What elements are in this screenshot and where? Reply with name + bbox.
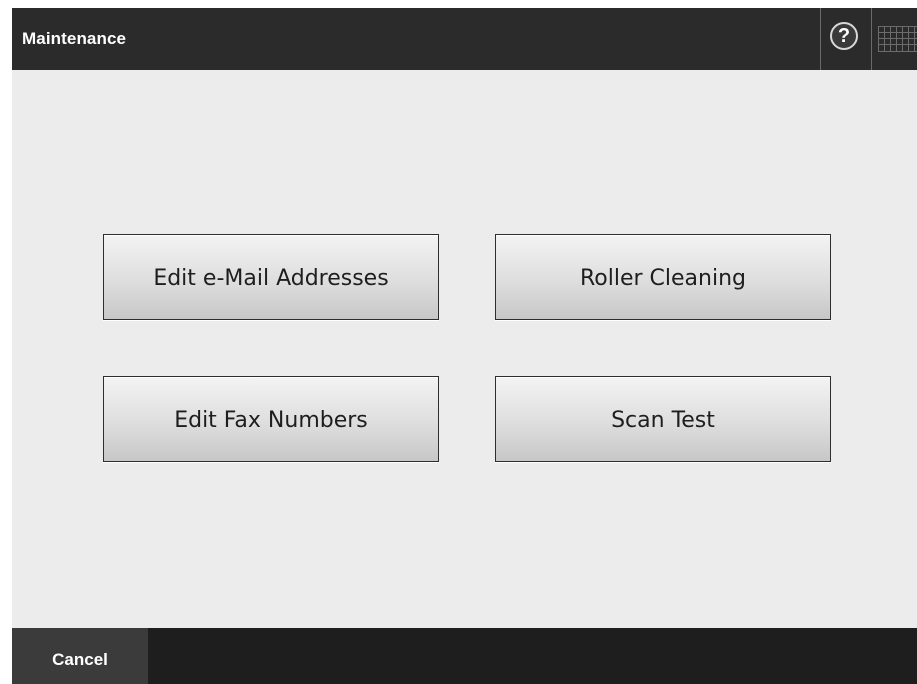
footer-bar: Cancel xyxy=(12,628,917,684)
help-button[interactable]: ? xyxy=(821,8,871,70)
title-bar-divider xyxy=(871,8,872,70)
edit-email-addresses-button[interactable]: Edit e-Mail Addresses xyxy=(103,234,439,320)
cancel-button[interactable]: Cancel xyxy=(12,628,148,684)
scan-test-label: Scan Test xyxy=(611,407,715,433)
maintenance-screen: Maintenance ? Edit e-Mail Addresses Roll… xyxy=(12,8,917,684)
edit-email-addresses-label: Edit e-Mail Addresses xyxy=(153,265,389,291)
keyboard-button[interactable] xyxy=(873,8,917,70)
cancel-label: Cancel xyxy=(52,650,108,669)
edit-fax-numbers-label: Edit Fax Numbers xyxy=(174,407,368,433)
title-bar: Maintenance ? xyxy=(12,8,917,70)
page-title: Maintenance xyxy=(22,29,127,48)
help-icon: ? xyxy=(830,22,858,50)
scan-test-button[interactable]: Scan Test xyxy=(495,376,831,462)
keyboard-icon xyxy=(878,26,917,52)
roller-cleaning-label: Roller Cleaning xyxy=(579,265,746,291)
roller-cleaning-button[interactable]: Roller Cleaning xyxy=(495,234,831,320)
edit-fax-numbers-button[interactable]: Edit Fax Numbers xyxy=(103,376,439,462)
